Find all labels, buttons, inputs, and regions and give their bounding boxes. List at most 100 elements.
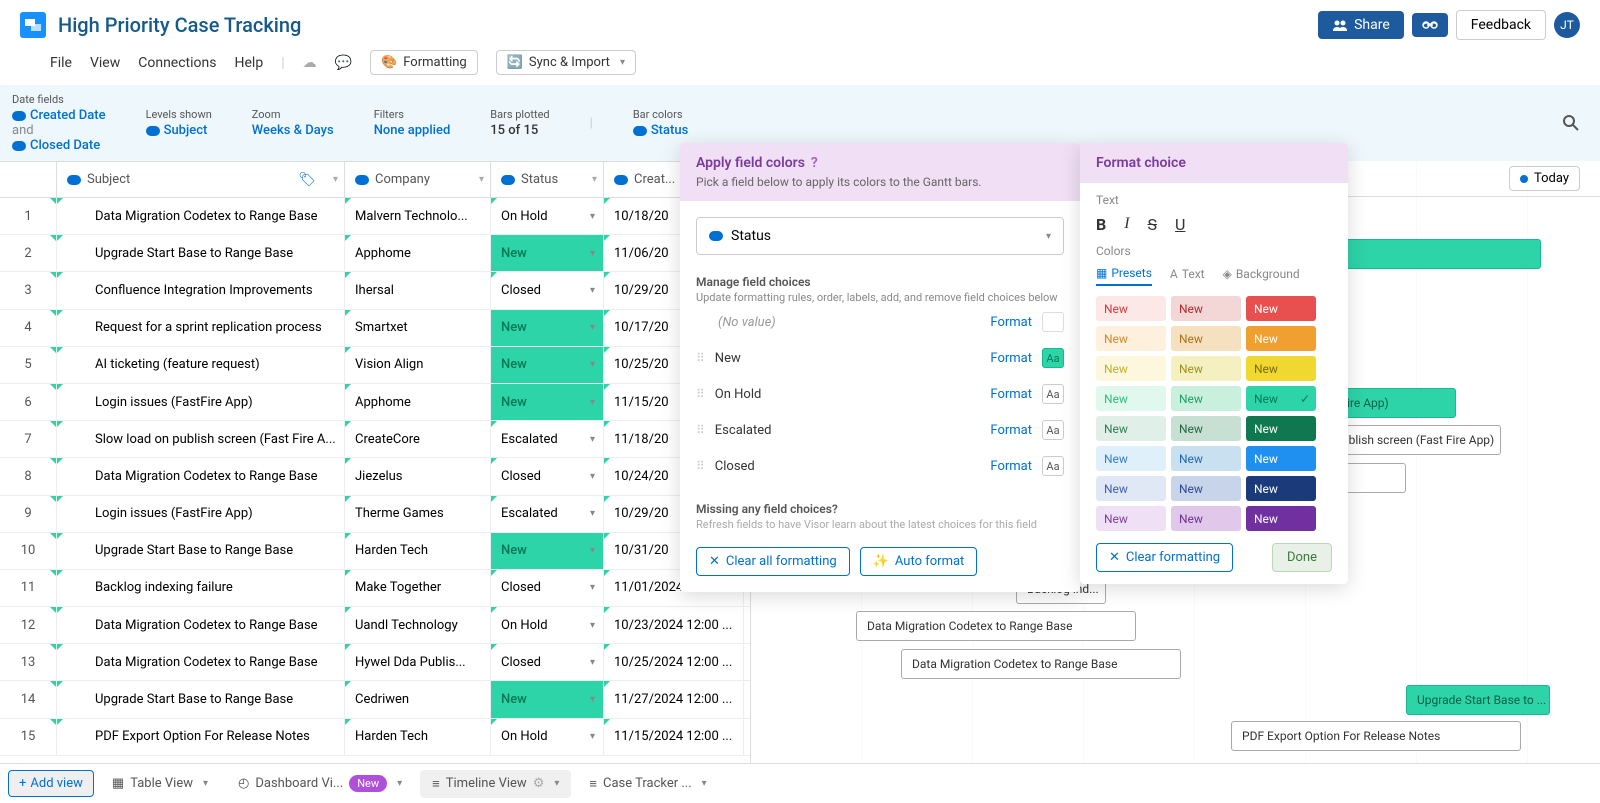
cell-status[interactable]: Escalated▾ [491,496,604,532]
format-link[interactable]: Format [990,459,1032,474]
cell-date[interactable]: 10/25/2024 12:00 ... [604,644,744,680]
gantt-bar[interactable] [1346,463,1406,493]
color-swatch[interactable]: New [1171,326,1241,351]
cell-status[interactable]: Closed▾ [491,644,604,680]
chevron-down-icon[interactable]: ▾ [702,778,707,789]
chevron-down-icon[interactable]: ▾ [590,694,595,705]
chevron-down-icon[interactable]: ▾ [590,582,595,593]
presets-tab[interactable]: ▦Presets [1096,266,1152,286]
cell-subject[interactable]: Login issues (FastFire App) [57,496,345,532]
color-swatch[interactable]: New [1171,506,1241,531]
gantt-bar[interactable] [1341,239,1541,269]
cell-status[interactable]: New▾ [491,235,604,271]
table-row[interactable]: 11 Backlog indexing failure Make Togethe… [0,570,750,607]
table-row[interactable]: 6 Login issues (FastFire App) Apphome Ne… [0,384,750,421]
cell-status[interactable]: On Hold▾ [491,198,604,234]
color-swatch[interactable]: New [1246,356,1316,381]
format-link[interactable]: Format [990,315,1032,330]
drag-handle-icon[interactable]: ⠿ [696,351,705,365]
color-swatch[interactable]: New [1096,386,1166,411]
chevron-down-icon[interactable]: ▾ [590,471,595,482]
background-tab[interactable]: ◈Background [1223,267,1300,285]
drag-handle-icon[interactable]: ⠿ [696,423,705,437]
chevron-down-icon[interactable]: ▾ [590,322,595,333]
filters-value[interactable]: None applied [374,123,451,138]
cell-subject[interactable]: Confluence Integration Improvements [57,272,345,308]
col-status[interactable]: Status▾ [491,162,604,197]
cell-company[interactable]: Apphome [345,384,491,420]
table-row[interactable]: 13 Data Migration Codetex to Range Base … [0,644,750,681]
color-swatch[interactable]: New [1096,416,1166,441]
table-row[interactable]: 1 Data Migration Codetex to Range Base M… [0,198,750,235]
cloud-sync-icon[interactable]: ☁ [303,55,317,71]
cell-company[interactable]: Ihersal [345,272,491,308]
table-row[interactable]: 15 PDF Export Option For Release Notes H… [0,719,750,756]
cell-subject[interactable]: Backlog indexing failure [57,570,345,606]
chevron-down-icon[interactable]: ▾ [590,397,595,408]
chevron-down-icon[interactable]: ▾ [397,778,402,789]
color-swatch[interactable]: New [1246,326,1316,351]
col-subject[interactable]: Subject🏷▾ [57,162,345,197]
link-button[interactable] [1412,13,1448,37]
clear-formatting-button[interactable]: ✕Clear formatting [1096,543,1233,572]
field-select[interactable]: Status ▾ [696,217,1064,255]
chevron-down-icon[interactable]: ▾ [590,434,595,445]
table-row[interactable]: 4 Request for a sprint replication proce… [0,310,750,347]
color-swatch[interactable]: New [1246,476,1316,501]
cell-status[interactable]: New▾ [491,310,604,346]
chevron-down-icon[interactable]: ▾ [203,778,208,789]
sync-import-button[interactable]: 🔄 Sync & Import ▾ [496,50,636,75]
chevron-down-icon[interactable]: ▾ [590,211,595,222]
comment-icon[interactable]: 💬 [335,55,352,71]
chevron-down-icon[interactable]: ▾ [590,359,595,370]
tab-dashboard-view[interactable]: ◴Dashboard Vi...New▾ [226,769,414,798]
color-swatch[interactable]: New [1246,506,1316,531]
menu-file[interactable]: File [50,55,72,71]
help-icon[interactable]: ? [811,155,818,171]
created-date-field[interactable]: Created Date [12,108,106,123]
cell-status[interactable]: New▾ [491,347,604,383]
done-button[interactable]: Done [1272,543,1332,572]
gantt-bar[interactable]: Upgrade Start Base to ... [1406,685,1550,715]
avatar[interactable]: JT [1554,12,1580,38]
col-company[interactable]: Company▾ [345,162,491,197]
chevron-down-icon[interactable]: ▾ [590,545,595,556]
strikethrough-button[interactable]: S [1148,215,1158,234]
cell-date[interactable]: 11/27/2024 12:00 ... [604,681,744,717]
gantt-bar[interactable]: Data Migration Codetex to Range Base [856,611,1136,641]
cell-subject[interactable]: Upgrade Start Base to Range Base [57,235,345,271]
format-link[interactable]: Format [990,423,1032,438]
tab-timeline-view[interactable]: ≡Timeline View⚙▾ [420,770,571,798]
cell-subject[interactable]: Request for a sprint replication process [57,310,345,346]
color-swatch[interactable]: New [1171,356,1241,381]
chevron-down-icon[interactable]: ▾ [590,248,595,259]
clear-all-formatting-button[interactable]: ✕Clear all formatting [696,547,850,576]
tag-icon[interactable]: 🏷 [298,172,316,188]
color-swatch[interactable]: New [1096,326,1166,351]
table-row[interactable]: 10 Upgrade Start Base to Range Base Hard… [0,533,750,570]
color-swatch[interactable]: New [1096,356,1166,381]
menu-connections[interactable]: Connections [138,55,216,71]
cell-status[interactable]: New▾ [491,533,604,569]
settings-icon[interactable]: ⚙ [533,776,545,791]
menu-help[interactable]: Help [235,55,264,71]
gantt-bar[interactable]: PDF Export Option For Release Notes [1231,721,1521,751]
cell-subject[interactable]: Data Migration Codetex to Range Base [57,607,345,643]
cell-subject[interactable]: PDF Export Option For Release Notes [57,719,345,755]
color-swatch[interactable]: New [1171,476,1241,501]
cell-date[interactable]: 11/15/2024 12:00 ... [604,719,744,755]
gantt-bar[interactable]: ire App) [1336,388,1456,418]
format-link[interactable]: Format [990,387,1032,402]
chevron-down-icon[interactable]: ▾ [590,285,595,296]
cell-date[interactable]: 10/23/2024 12:00 ... [604,607,744,643]
color-swatch[interactable]: New [1096,506,1166,531]
cell-subject[interactable]: Data Migration Codetex to Range Base [57,644,345,680]
cell-status[interactable]: On Hold▾ [491,607,604,643]
auto-format-button[interactable]: ✨Auto format [860,547,978,576]
chevron-down-icon[interactable]: ▾ [590,657,595,668]
chevron-down-icon[interactable]: ▾ [590,731,595,742]
color-swatch[interactable]: New [1096,476,1166,501]
cell-company[interactable]: Jiezelus [345,458,491,494]
cell-subject[interactable]: Upgrade Start Base to Range Base [57,681,345,717]
underline-button[interactable]: U [1175,215,1185,234]
